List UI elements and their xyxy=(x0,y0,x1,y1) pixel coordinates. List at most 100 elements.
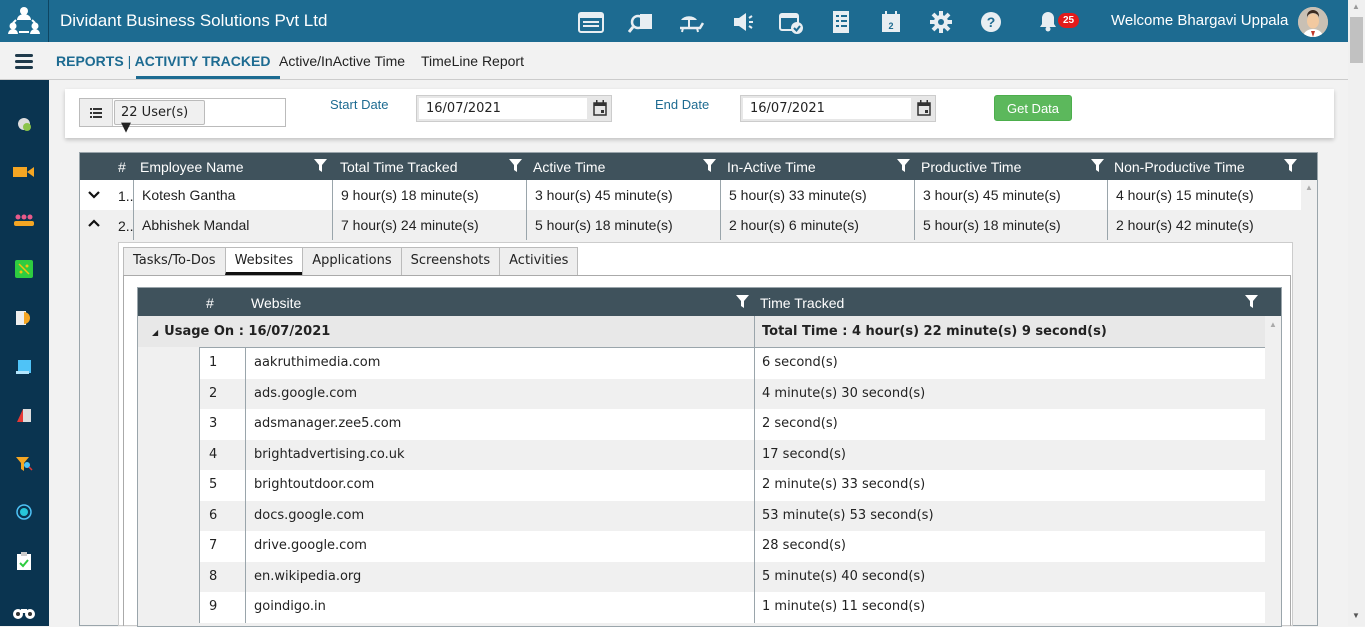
app-logo[interactable] xyxy=(0,0,49,42)
gear-icon[interactable] xyxy=(916,8,966,36)
notes-icon[interactable] xyxy=(12,355,36,379)
leave-icon[interactable] xyxy=(666,8,716,36)
help-icon[interactable]: ? xyxy=(966,8,1016,36)
website-name: brightadvertising.co.uk xyxy=(245,439,754,470)
detail-tabs: Tasks/To-Dos Websites Applications Scree… xyxy=(123,247,579,275)
group-row[interactable]: ◢ Usage On : 16/07/2021 Total Time : 4 ho… xyxy=(138,316,1265,347)
row-number: 8 xyxy=(199,561,245,592)
scroll-up-icon[interactable]: ▲ xyxy=(1352,2,1360,11)
group-total-time: Total Time : 4 hour(s) 22 minute(s) 9 se… xyxy=(754,316,1107,347)
collapse-chevron-icon[interactable] xyxy=(88,217,100,233)
network-icon[interactable] xyxy=(12,257,36,281)
start-date-input[interactable] xyxy=(419,98,587,119)
page-scrollbar[interactable]: ▲ ▼ xyxy=(1348,0,1365,626)
list-icon[interactable] xyxy=(80,99,113,126)
get-data-button[interactable]: Get Data xyxy=(994,95,1072,121)
target-icon[interactable] xyxy=(12,500,36,524)
collapse-group-icon[interactable]: ◢ xyxy=(152,328,158,337)
col-inactive-time[interactable]: In-Active Time xyxy=(727,159,816,175)
col-time-tracked[interactable]: Time Tracked xyxy=(760,295,844,311)
tab-websites[interactable]: Websites xyxy=(224,247,304,275)
tab-activity-tracked[interactable]: ACTIVITY TRACKED xyxy=(135,53,271,69)
filter-icon[interactable] xyxy=(1091,159,1104,175)
timesheet-icon[interactable] xyxy=(566,8,616,36)
col-total-time[interactable]: Total Time Tracked xyxy=(340,159,458,175)
filter-icon[interactable] xyxy=(897,159,910,175)
tab-tasks[interactable]: Tasks/To-Dos xyxy=(123,247,226,275)
end-date-input[interactable] xyxy=(743,98,911,119)
employee-name: Kotesh Gantha xyxy=(133,180,332,210)
col-nonproductive-time[interactable]: Non-Productive Time xyxy=(1114,159,1245,175)
website-row[interactable]: 4 brightadvertising.co.uk 17 second(s) xyxy=(199,439,1265,470)
filter-icon[interactable] xyxy=(1245,295,1258,311)
tab-activities[interactable]: Activities xyxy=(499,247,579,275)
user-selector[interactable]: 22 User(s) ▼ xyxy=(79,98,286,135)
calendar-icon[interactable]: 2 xyxy=(866,8,916,36)
breadcrumb-section[interactable]: REPORTS xyxy=(56,53,124,69)
row-number: 2 xyxy=(199,378,245,409)
websites-panel: # Website Time Tracked ◢ Usage On : 16/07… xyxy=(123,276,1291,627)
col-number[interactable]: # xyxy=(118,159,126,175)
team-icon[interactable] xyxy=(12,208,36,232)
group-label: ◢ Usage On : 16/07/2021 xyxy=(152,324,330,339)
calendar-icon[interactable] xyxy=(593,100,607,121)
filter-icon[interactable] xyxy=(314,159,327,175)
table-row[interactable]: 1.. Kotesh Gantha 9 hour(s) 18 minute(s)… xyxy=(80,180,1301,210)
users-dropdown[interactable]: 22 User(s) ▼ xyxy=(114,100,205,135)
tab-screenshots[interactable]: Screenshots xyxy=(400,247,501,275)
calendar-check-icon[interactable] xyxy=(766,8,816,36)
settings-icon[interactable] xyxy=(12,112,36,136)
calendar-icon[interactable] xyxy=(917,100,931,121)
grid-scroll-up-icon[interactable]: ▲ xyxy=(1305,183,1313,192)
document-clock-icon[interactable] xyxy=(12,306,36,330)
announcement-icon[interactable] xyxy=(716,8,766,36)
col-active-time[interactable]: Active Time xyxy=(533,159,605,175)
book-icon[interactable] xyxy=(12,403,36,427)
expand-chevron-icon[interactable] xyxy=(88,187,100,203)
time-tracked: 6 second(s) xyxy=(754,348,1265,379)
website-row[interactable]: 6 docs.google.com 53 minute(s) 53 second(s… xyxy=(199,500,1265,531)
filter-icon[interactable] xyxy=(509,159,522,175)
websites-scroll-up-icon[interactable]: ▲ xyxy=(1269,320,1277,329)
tab-active-inactive-time[interactable]: Active/InActive Time xyxy=(279,53,405,69)
checklist-icon[interactable] xyxy=(816,8,866,36)
website-name: goindigo.in xyxy=(245,592,754,623)
notification-badge[interactable]: 25 xyxy=(1058,13,1080,28)
search-document-icon[interactable] xyxy=(616,8,666,36)
website-row[interactable]: 8 en.wikipedia.org 5 minute(s) 40 second(s… xyxy=(199,561,1265,592)
col-employee-name[interactable]: Employee Name xyxy=(140,159,244,175)
website-row[interactable]: 2 ads.google.com 4 minute(s) 30 second(s) xyxy=(199,378,1265,409)
col-number[interactable]: # xyxy=(206,295,214,311)
website-row[interactable]: 7 drive.google.com 28 second(s) xyxy=(199,531,1265,562)
website-row[interactable]: 5 brightoutdoor.com 2 minute(s) 33 second(… xyxy=(199,470,1265,501)
website-row[interactable]: 1 aakruthimedia.com 6 second(s) xyxy=(199,348,1265,379)
end-date-field xyxy=(740,95,936,122)
filter-icon[interactable] xyxy=(736,295,749,311)
filter-panel: 22 User(s) ▼ Start Date End Date Get Dat… xyxy=(65,89,1334,138)
filter-search-icon[interactable] xyxy=(12,452,36,476)
filter-icon[interactable] xyxy=(703,159,716,175)
tab-applications[interactable]: Applications xyxy=(302,247,402,275)
website-row[interactable]: 3 adsmanager.zee5.com 2 second(s) xyxy=(199,409,1265,440)
website-row[interactable]: 9 goindigo.in 1 minute(s) 11 second(s) xyxy=(199,592,1265,623)
scrollbar-thumb[interactable] xyxy=(1350,17,1363,63)
clipboard-check-icon[interactable] xyxy=(12,549,36,573)
col-productive-time[interactable]: Productive Time xyxy=(921,159,1021,175)
nonproductive-time: 2 hour(s) 42 minute(s) xyxy=(1107,210,1301,240)
row-number: 9 xyxy=(199,592,245,623)
active-tab-indicator xyxy=(136,76,280,79)
col-website[interactable]: Website xyxy=(251,295,301,311)
notification-bell-icon[interactable] xyxy=(1038,10,1058,37)
website-name: docs.google.com xyxy=(245,500,754,531)
filter-icon[interactable] xyxy=(1284,159,1297,175)
grid-header: # Employee Name Total Time Tracked Activ… xyxy=(80,153,1317,180)
binoculars-icon[interactable] xyxy=(12,600,36,624)
user-avatar[interactable] xyxy=(1298,7,1328,37)
video-icon[interactable] xyxy=(12,160,36,184)
tab-timeline-report[interactable]: TimeLine Report xyxy=(421,53,524,69)
row-number: 7 xyxy=(199,531,245,562)
scroll-down-icon[interactable]: ▼ xyxy=(1352,611,1360,620)
table-row[interactable]: 2.. Abhishek Mandal 7 hour(s) 24 minute(… xyxy=(80,210,1301,240)
menu-toggle-icon[interactable] xyxy=(15,54,33,72)
start-date-field xyxy=(416,95,612,122)
